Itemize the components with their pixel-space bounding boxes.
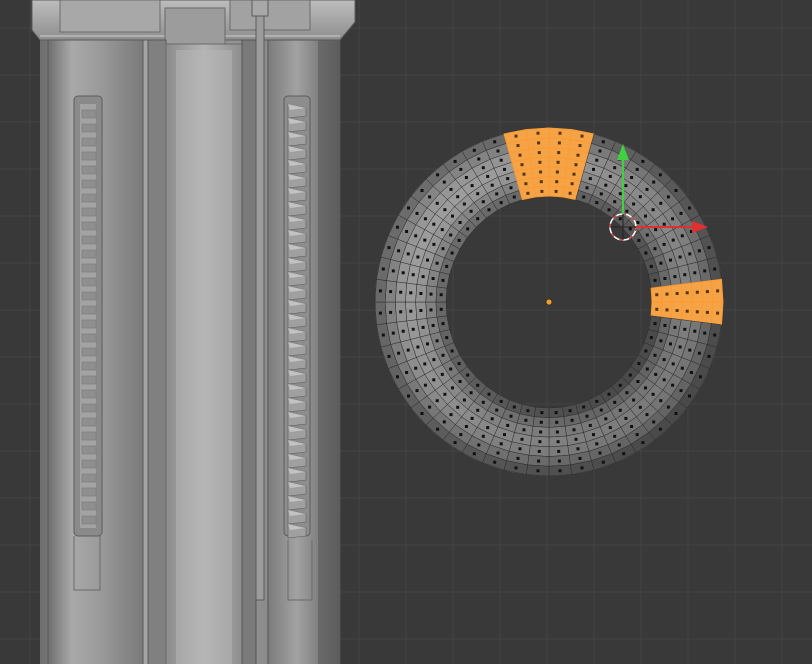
viewport-canvas[interactable] [0, 0, 812, 664]
scene-model-object[interactable] [31, 0, 356, 664]
3d-cursor-icon[interactable] [609, 213, 637, 241]
right-slot-teeth [287, 103, 307, 539]
object-origin-icon [545, 298, 553, 306]
3d-viewport[interactable] [0, 0, 812, 664]
